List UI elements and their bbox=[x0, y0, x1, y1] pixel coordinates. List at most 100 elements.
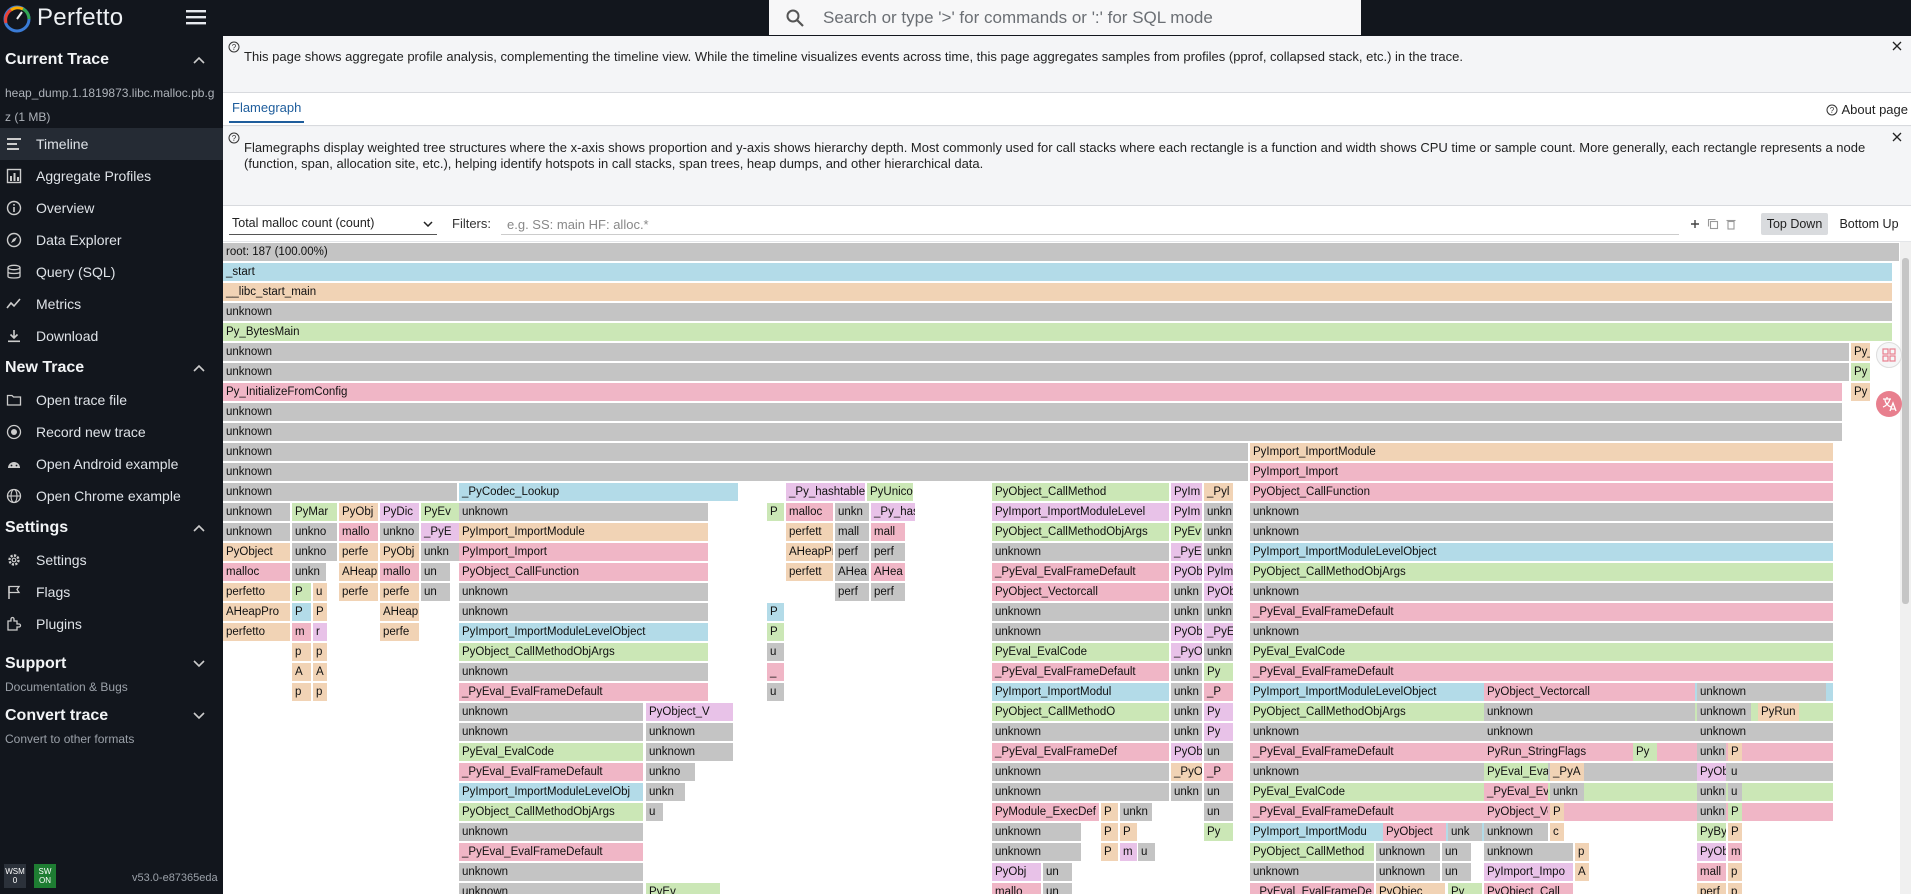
flamegraph-frame[interactable]: _PyEval_EvalFrameDefault bbox=[1250, 663, 1833, 681]
flamegraph-frame[interactable]: unkno bbox=[646, 763, 695, 781]
flamegraph-frame[interactable]: unknown bbox=[1376, 863, 1440, 881]
delete-icon[interactable] bbox=[1725, 218, 1737, 230]
flamegraph-frame[interactable]: malloc bbox=[223, 563, 290, 581]
section-current-trace[interactable]: Current Trace bbox=[0, 44, 223, 76]
flamegraph-frame[interactable]: PyObjec bbox=[1376, 883, 1445, 894]
flamegraph-frame[interactable]: PyEval_EvalCo bbox=[1484, 763, 1548, 781]
flamegraph-frame[interactable]: __libc_start_main bbox=[223, 283, 1892, 301]
flamegraph-frame[interactable]: _PyEval_EvalFrameDefault bbox=[459, 843, 643, 861]
flamegraph-frame[interactable]: unknown bbox=[1250, 523, 1833, 541]
flamegraph-frame[interactable]: m bbox=[1728, 843, 1742, 861]
flamegraph-frame[interactable]: unknown bbox=[223, 483, 457, 501]
flamegraph-frame[interactable]: perf bbox=[835, 543, 869, 561]
floating-translate-button[interactable] bbox=[1876, 391, 1902, 417]
flamegraph-frame[interactable]: PyUnico bbox=[867, 483, 913, 501]
flamegraph-frame[interactable]: Py bbox=[1204, 823, 1233, 841]
close-icon[interactable] bbox=[1892, 41, 1902, 51]
flamegraph-frame[interactable]: _Py_hashtable bbox=[786, 483, 865, 501]
flamegraph-frame[interactable]: unkn bbox=[1550, 783, 1584, 801]
flamegraph-frame[interactable]: _PyE bbox=[1204, 623, 1233, 641]
flamegraph-frame[interactable]: p bbox=[313, 683, 327, 701]
hamburger-menu-icon[interactable] bbox=[184, 7, 208, 27]
flamegraph-frame[interactable]: _PyEval_EvalFrameDef bbox=[992, 743, 1169, 761]
flamegraph-frame[interactable]: Py bbox=[1633, 743, 1657, 761]
add-icon[interactable] bbox=[1689, 218, 1701, 230]
flamegraph-frame[interactable]: PyImport_ImportModuleLevelObject bbox=[459, 623, 708, 641]
flamegraph-frame[interactable]: unknown bbox=[223, 523, 290, 541]
flamegraph-frame[interactable]: Py bbox=[1851, 383, 1870, 401]
flamegraph-frame[interactable]: P bbox=[1101, 803, 1118, 821]
flamegraph-frame[interactable]: unknown bbox=[1250, 503, 1833, 521]
flamegraph-frame[interactable]: unknown bbox=[459, 603, 708, 621]
flamegraph-frame[interactable]: perf bbox=[1697, 883, 1726, 894]
flamegraph-frame[interactable]: Py_Ru bbox=[1851, 343, 1870, 361]
sidebar-item-overview[interactable]: Overview bbox=[0, 192, 223, 224]
flamegraph-frame[interactable]: perfett bbox=[786, 563, 833, 581]
top-down-button[interactable]: Top Down bbox=[1761, 213, 1828, 235]
flamegraph-frame[interactable]: _Py_has bbox=[871, 503, 915, 521]
flamegraph-frame[interactable]: p bbox=[292, 643, 311, 661]
flamegraph-frame[interactable]: unknown bbox=[992, 763, 1169, 781]
search-input[interactable] bbox=[823, 7, 1303, 28]
flamegraph-frame[interactable]: unknown bbox=[1697, 723, 1751, 741]
flamegraph-frame[interactable]: PyEval_EvalCode bbox=[459, 743, 643, 761]
flamegraph-frame[interactable]: unkn bbox=[1204, 503, 1233, 521]
flamegraph-frame[interactable]: PyOb bbox=[1204, 583, 1233, 601]
flamegraph-frame[interactable]: unkn bbox=[1171, 603, 1202, 621]
flamegraph-frame[interactable]: AHea bbox=[871, 563, 905, 581]
flamegraph-frame[interactable]: r bbox=[313, 623, 327, 641]
flamegraph-frame[interactable]: _PyEval_EvalFrameDefault bbox=[459, 763, 643, 781]
flamegraph-frame[interactable]: u bbox=[767, 643, 784, 661]
flamegraph-frame[interactable]: u bbox=[313, 583, 327, 601]
flamegraph-frame[interactable]: unknown bbox=[992, 623, 1169, 641]
flamegraph-frame[interactable]: PyObject_CallMethodO bbox=[992, 703, 1169, 721]
flamegraph-frame[interactable]: unknown bbox=[223, 343, 1849, 361]
flamegraph-frame[interactable]: PyEv bbox=[1171, 523, 1202, 541]
flamegraph-frame[interactable]: unkn bbox=[1204, 543, 1233, 561]
flamegraph-frame[interactable]: PyObj bbox=[339, 503, 378, 521]
flamegraph-frame[interactable]: PyObject_CallMethodObjArgs bbox=[459, 643, 708, 661]
flamegraph-frame[interactable]: perfett bbox=[786, 523, 833, 541]
flamegraph-frame[interactable]: PyObject bbox=[223, 543, 290, 561]
flamegraph-frame[interactable]: _PyEval_EvalFrameDe bbox=[1250, 883, 1374, 894]
sidebar-item-data-explorer[interactable]: Data Explorer bbox=[0, 224, 223, 256]
flamegraph-frame[interactable]: unkn bbox=[1697, 803, 1726, 821]
flamegraph-frame[interactable]: unkn bbox=[1204, 643, 1233, 661]
flamegraph-frame[interactable]: PyImport_ImportModuleLevelObj bbox=[459, 783, 643, 801]
flamegraph-frame[interactable]: PyObject_CallMethodObjArgs bbox=[459, 803, 643, 821]
flamegraph-frame[interactable]: unknown bbox=[223, 423, 1842, 441]
flamegraph-frame[interactable]: PyImport_Impo bbox=[1484, 863, 1573, 881]
flamegraph-frame[interactable]: P bbox=[1101, 823, 1118, 841]
flamegraph-frame[interactable]: _PyEval_EvalFrameDefault bbox=[992, 563, 1169, 581]
flamegraph-frame[interactable]: p bbox=[1575, 843, 1589, 861]
omnibox[interactable] bbox=[769, 0, 1361, 35]
flamegraph-frame[interactable]: PyObject_V bbox=[646, 703, 733, 721]
flamegraph-frame[interactable]: p bbox=[292, 683, 311, 701]
flamegraph-frame[interactable]: perf bbox=[835, 583, 869, 601]
flamegraph-frame[interactable]: p bbox=[1728, 863, 1742, 881]
flamegraph-frame[interactable]: A bbox=[292, 663, 311, 681]
flamegraph-frame[interactable]: PyObject_CallFunction bbox=[1250, 483, 1833, 501]
sidebar-item-flags[interactable]: Flags bbox=[0, 576, 223, 608]
flamegraph-frame[interactable]: unkn bbox=[421, 543, 460, 561]
sidebar-item-open-android-example[interactable]: Open Android example bbox=[0, 448, 223, 480]
flamegraph-frame[interactable]: unkn bbox=[1171, 783, 1202, 801]
flamegraph-frame[interactable]: _PyO bbox=[1171, 763, 1202, 781]
flamegraph-frame[interactable]: PyObject_Call bbox=[1484, 883, 1573, 894]
flamegraph-frame[interactable]: PyObject_CallMethod bbox=[1250, 843, 1374, 861]
flamegraph-frame[interactable]: PyEv bbox=[646, 883, 720, 894]
flamegraph-frame[interactable]: mall bbox=[871, 523, 905, 541]
flamegraph-frame[interactable]: P bbox=[1728, 743, 1742, 761]
flamegraph-frame[interactable]: _PyEval_EvalFrameDefault bbox=[992, 663, 1169, 681]
flamegraph-frame[interactable]: PyObj bbox=[992, 863, 1041, 881]
flamegraph-frame[interactable]: unk bbox=[1448, 823, 1482, 841]
flamegraph-frame[interactable]: unknown bbox=[459, 863, 643, 881]
flamegraph-frame[interactable]: PyBy bbox=[1697, 823, 1726, 841]
flamegraph-frame[interactable]: Py bbox=[1448, 883, 1482, 894]
flamegraph-frame[interactable]: u bbox=[1138, 843, 1155, 861]
flamegraph-frame[interactable]: P bbox=[292, 603, 311, 621]
flamegraph-frame[interactable]: unkno bbox=[292, 543, 337, 561]
flamegraph-frame[interactable]: unknown bbox=[223, 303, 1892, 321]
flamegraph-frame[interactable]: unkn bbox=[292, 563, 326, 581]
flamegraph-frame[interactable]: unknown bbox=[992, 723, 1169, 741]
